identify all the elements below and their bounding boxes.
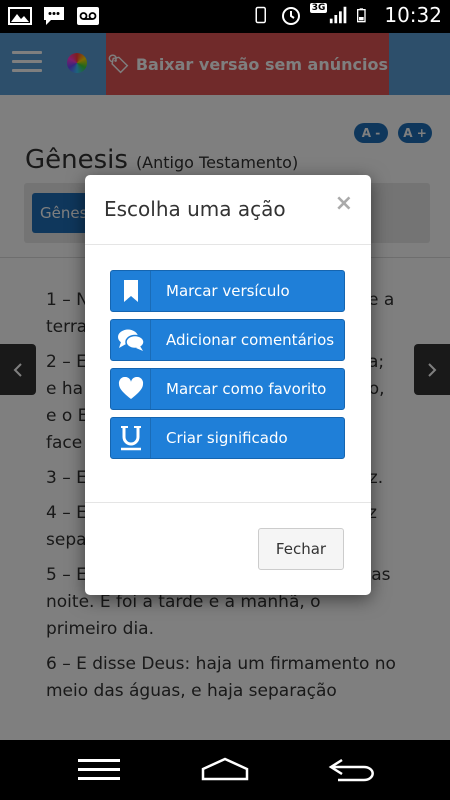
image-icon bbox=[8, 7, 32, 25]
battery-icon bbox=[357, 8, 367, 23]
underline-icon bbox=[111, 418, 151, 458]
close-icon[interactable]: × bbox=[335, 191, 353, 216]
action-dialog: Escolha uma ação × Marcar versículo Adic… bbox=[85, 175, 371, 595]
network-type: 3G bbox=[309, 3, 328, 13]
phone-icon bbox=[255, 6, 266, 24]
dialog-footer: Fechar bbox=[85, 502, 371, 595]
status-bar: 3G 10:32 bbox=[0, 0, 450, 33]
clock: 10:32 bbox=[384, 3, 442, 27]
voicemail-icon bbox=[77, 7, 99, 25]
back-icon[interactable] bbox=[328, 757, 376, 783]
system-nav-bar bbox=[0, 740, 450, 800]
comments-icon bbox=[111, 320, 151, 360]
dialog-header: Escolha uma ação × bbox=[85, 175, 371, 245]
dialog-title: Escolha uma ação bbox=[104, 197, 286, 221]
mark-favorite-button[interactable]: Marcar como favorito bbox=[110, 368, 345, 410]
signal-icon bbox=[330, 6, 347, 24]
heart-icon bbox=[111, 369, 151, 409]
bookmark-icon bbox=[111, 271, 151, 311]
bookmark-verse-button[interactable]: Marcar versículo bbox=[110, 270, 345, 312]
home-icon[interactable] bbox=[200, 757, 250, 783]
close-button[interactable]: Fechar bbox=[258, 528, 344, 570]
create-meaning-button[interactable]: Criar significado bbox=[110, 417, 345, 459]
dialog-body: Marcar versículo Adicionar comentários M… bbox=[110, 270, 345, 466]
add-comments-button[interactable]: Adicionar comentários bbox=[110, 319, 345, 361]
chat-icon bbox=[44, 7, 64, 25]
alarm-icon bbox=[281, 7, 300, 25]
menu-icon[interactable] bbox=[78, 757, 120, 783]
